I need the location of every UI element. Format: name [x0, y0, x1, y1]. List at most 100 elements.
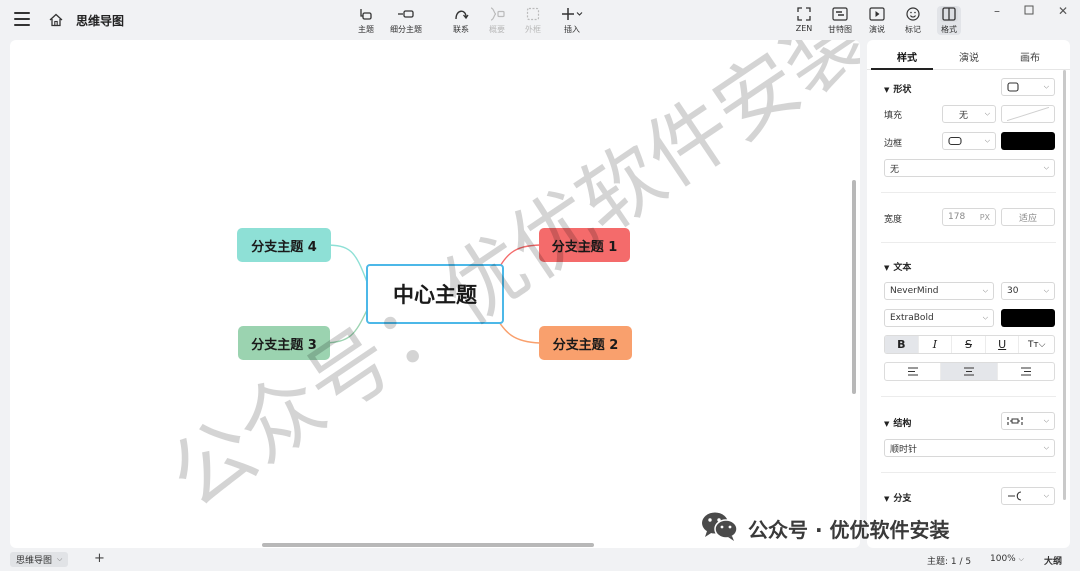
branch-topic-3[interactable]: 分支主题 3 — [238, 326, 330, 360]
close-icon[interactable]: ✕ — [1056, 4, 1070, 18]
section-structure[interactable]: ▼ 结构 — [884, 416, 911, 429]
tab-present[interactable]: 演说 — [959, 49, 979, 64]
italic-icon[interactable]: I — [919, 336, 953, 353]
caret-down-icon: ▼ — [884, 264, 890, 272]
canvas-vertical-scrollbar[interactable] — [852, 180, 856, 394]
structure-type-select[interactable]: ⌵ — [1001, 412, 1055, 430]
font-family-select[interactable]: NeverMind ⌵ — [884, 282, 994, 300]
gantt-label: 甘特图 — [828, 25, 852, 34]
watermark-footer-text: 公众号 · 优优软件安装 — [748, 518, 950, 542]
subtopic-label: 细分主题 — [390, 25, 422, 34]
format-panel: 样式 演说 画布 ▼ 形状 ⌵ 填充 无 ⌵ 边框 ⌵ 无 ⌵ 宽度 178 PX… — [867, 40, 1070, 548]
font-weight-select[interactable]: ExtraBold ⌵ — [884, 309, 994, 327]
app-title: 思维导图 — [76, 14, 125, 28]
align-left-icon[interactable] — [885, 363, 942, 380]
zen-button[interactable]: ZEN — [795, 6, 813, 33]
chevron-down-icon: ⌵ — [1043, 82, 1049, 91]
structure-direction-select[interactable]: 顺时针 ⌵ — [884, 439, 1055, 457]
topic-icon — [357, 6, 375, 22]
sheet-tab[interactable]: 思维导图 ⌵ — [10, 552, 69, 567]
width-label: 宽度 — [884, 215, 903, 225]
branch-topic-label: 分支主题 3 — [251, 337, 317, 353]
section-text[interactable]: ▼ 文本 — [884, 260, 911, 273]
border-shape-select[interactable]: ⌵ — [942, 132, 996, 150]
connector-branch-4 — [324, 244, 368, 283]
tab-canvas[interactable]: 画布 — [1020, 49, 1040, 64]
present-label: 演说 — [869, 25, 885, 34]
format-button[interactable]: 格式 — [937, 6, 961, 35]
boundary-button[interactable]: 外框 — [524, 6, 542, 35]
plus-icon — [560, 6, 584, 22]
text-align-toolbar — [884, 362, 1055, 381]
topic-label: 主题 — [358, 25, 374, 34]
zoom-value: 100% — [990, 554, 1016, 564]
text-color-swatch[interactable] — [1001, 309, 1055, 327]
section-structure-label: 结构 — [893, 419, 912, 429]
subtopic-icon — [397, 6, 415, 22]
chevron-down-icon: ⌵ — [1018, 555, 1024, 563]
branch-topic-label: 分支主题 4 — [251, 239, 317, 255]
relation-icon — [452, 6, 470, 22]
relation-button[interactable]: 联系 — [452, 6, 470, 35]
align-center-icon[interactable] — [941, 363, 998, 380]
home-icon[interactable] — [48, 12, 64, 28]
divider — [881, 396, 1056, 397]
branch-topic-label: 分支主题 1 — [551, 239, 618, 255]
menu-icon[interactable] — [14, 12, 30, 26]
branch-topic-2[interactable]: 分支主题 2 — [539, 326, 632, 360]
fit-width-button[interactable]: 适应 — [1001, 208, 1055, 226]
title-bar: 思维导图 主题 细分主题 联系 概要 外框 插入 ZEN 甘特图 演说 标记 格… — [0, 0, 1080, 40]
subtopic-button[interactable]: 细分主题 — [390, 6, 422, 35]
summary-button[interactable]: 概要 — [488, 6, 506, 35]
central-topic[interactable]: 中心主题 — [366, 264, 504, 324]
present-button[interactable]: 演说 — [868, 6, 886, 35]
active-tab-indicator — [871, 68, 933, 70]
outline-button[interactable]: 大纲 — [1044, 554, 1062, 567]
marker-button[interactable]: 标记 — [904, 6, 922, 35]
branch-style-select[interactable]: ⌵ — [1001, 487, 1055, 505]
underline-icon[interactable]: U — [986, 336, 1020, 353]
fill-color-swatch[interactable] — [1001, 105, 1055, 123]
font-weight-value: ExtraBold — [890, 313, 934, 323]
mindmap-canvas[interactable]: 中心主题 分支主题 4 分支主题 3 分支主题 1 分支主题 2 公众号：优优软… — [10, 40, 860, 548]
fill-select[interactable]: 无 ⌵ — [942, 105, 996, 123]
minimize-icon[interactable]: – — [990, 4, 1004, 18]
zen-label: ZEN — [795, 24, 813, 33]
section-branch-label: 分支 — [893, 494, 912, 504]
canvas-horizontal-scrollbar[interactable] — [262, 543, 594, 547]
chevron-down-icon: ⌵ — [1043, 416, 1049, 425]
border-color-swatch[interactable] — [1001, 132, 1055, 150]
add-sheet-icon[interactable]: + — [94, 551, 105, 566]
font-size-value: 30 — [1007, 286, 1019, 296]
align-right-icon[interactable] — [998, 363, 1054, 380]
section-branch[interactable]: ▼ 分支 — [884, 491, 911, 504]
section-text-label: 文本 — [893, 263, 912, 273]
tab-style[interactable]: 样式 — [897, 49, 917, 64]
border-label: 边框 — [884, 139, 903, 149]
insert-button[interactable]: 插入 — [560, 6, 584, 35]
boundary-icon — [524, 6, 542, 22]
insert-label: 插入 — [564, 25, 580, 34]
shape-select[interactable]: ⌵ — [1001, 78, 1055, 96]
branch-topic-label: 分支主题 2 — [552, 337, 619, 353]
gantt-icon — [831, 6, 849, 22]
width-value: 178 — [948, 212, 966, 222]
font-size-select[interactable]: 30 ⌵ — [1001, 282, 1055, 300]
panel-scrollbar[interactable] — [1063, 70, 1066, 500]
text-style-toolbar: B I S U Tт⌵ — [884, 335, 1055, 354]
maximize-icon[interactable] — [1022, 4, 1036, 18]
section-shape-label: 形状 — [893, 85, 912, 95]
gantt-button[interactable]: 甘特图 — [828, 6, 852, 35]
text-case-icon[interactable]: Tт⌵ — [1019, 336, 1054, 353]
strikethrough-icon[interactable]: S — [952, 336, 986, 353]
chevron-down-icon: ⌵ — [1043, 443, 1049, 452]
width-input[interactable]: 178 PX — [942, 208, 996, 226]
summary-label: 概要 — [489, 25, 505, 34]
zoom-select[interactable]: 100% ⌵ — [990, 554, 1024, 564]
bold-icon[interactable]: B — [885, 336, 919, 353]
section-shape[interactable]: ▼ 形状 — [884, 82, 911, 95]
border-style-select[interactable]: 无 ⌵ — [884, 159, 1055, 177]
branch-topic-1[interactable]: 分支主题 1 — [539, 228, 630, 262]
topic-button[interactable]: 主题 — [357, 6, 375, 35]
branch-topic-4[interactable]: 分支主题 4 — [237, 228, 331, 262]
